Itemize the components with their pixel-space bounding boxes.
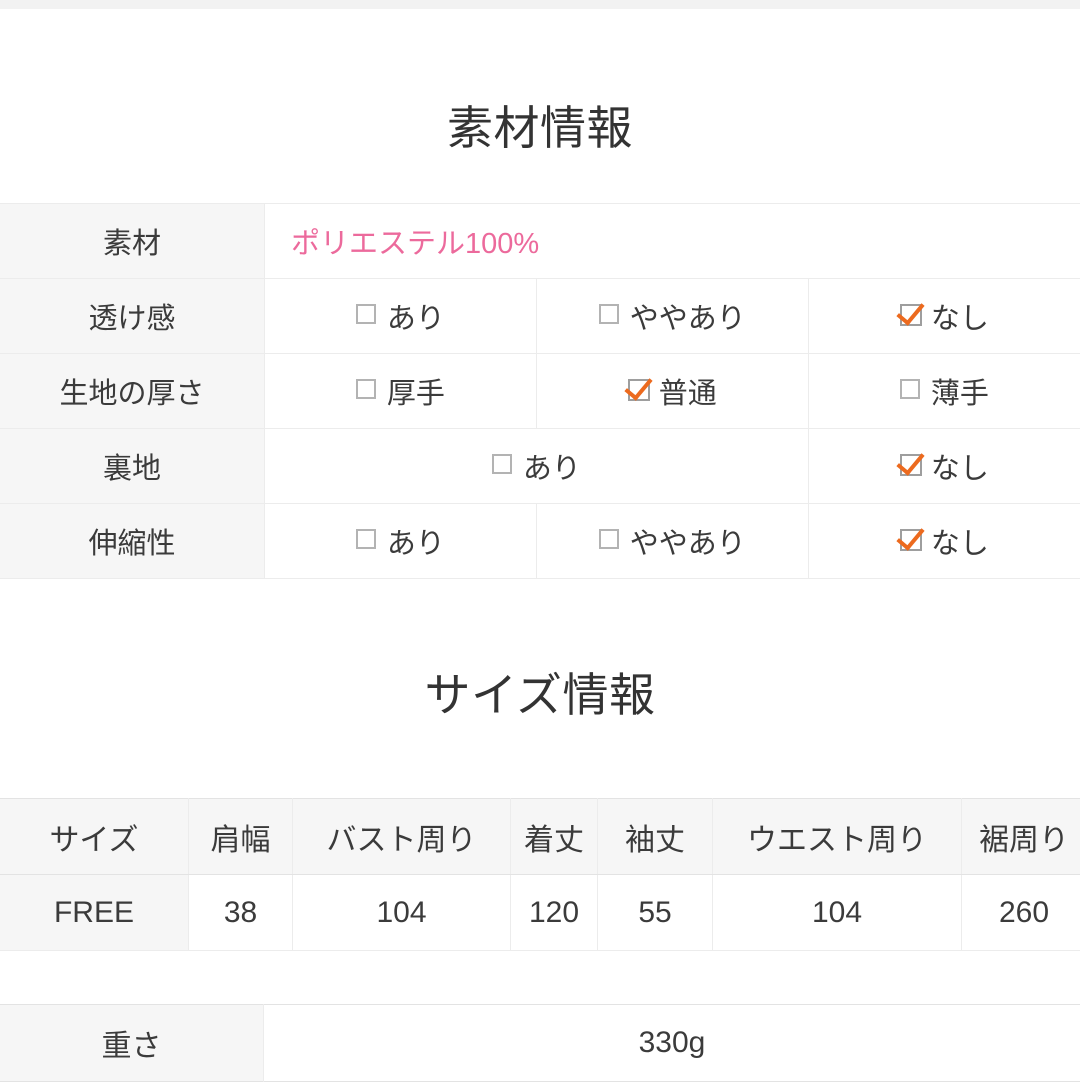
table-row: 伸縮性 あり ややあり なし (0, 504, 1080, 579)
option-label: あり (387, 295, 445, 337)
cell-hem: 260 (962, 875, 1080, 951)
col-header-size: サイズ (0, 799, 189, 875)
option-label: なし (931, 295, 989, 337)
option-label: 薄手 (931, 370, 989, 412)
col-header-hem: 裾周り (962, 799, 1080, 875)
option-lining-ari[interactable]: あり (265, 429, 809, 504)
checkbox-unchecked-icon[interactable] (492, 454, 512, 474)
checkbox-checked-icon[interactable] (628, 379, 650, 401)
checkbox-unchecked-icon[interactable] (599, 304, 619, 324)
cell-shoulder-width: 38 (189, 875, 293, 951)
row-label-material: 素材 (0, 204, 265, 279)
checkbox-unchecked-icon[interactable] (356, 529, 376, 549)
checkbox-checked-icon[interactable] (900, 304, 922, 326)
row-label-thickness: 生地の厚さ (0, 354, 265, 429)
checkbox-unchecked-icon[interactable] (356, 379, 376, 399)
col-header-bust: バスト周り (293, 799, 511, 875)
col-header-waist: ウエスト周り (713, 799, 962, 875)
option-stretch-ari[interactable]: あり (265, 504, 537, 579)
option-label: なし (931, 445, 989, 487)
checkbox-unchecked-icon[interactable] (356, 304, 376, 324)
top-edge-strip (0, 0, 1080, 9)
cell-length: 120 (511, 875, 598, 951)
option-stretch-nashi[interactable]: なし (808, 504, 1080, 579)
row-label-lining: 裏地 (0, 429, 265, 504)
spacer-below-size-title (0, 718, 1080, 798)
option-thickness-atsude[interactable]: 厚手 (265, 354, 537, 429)
cell-waist: 104 (713, 875, 962, 951)
table-row: 裏地 あり なし (0, 429, 1080, 504)
option-sheerness-ari[interactable]: あり (265, 279, 537, 354)
spacer-below-material-title (0, 151, 1080, 203)
option-stretch-yaya-ari[interactable]: ややあり (536, 504, 808, 579)
cell-size-name: FREE (0, 875, 189, 951)
option-label: 普通 (659, 370, 717, 412)
table-header-row: サイズ 肩幅 バスト周り 着丈 袖丈 ウエスト周り 裾周り (0, 799, 1080, 875)
spacer-above-material-title (0, 9, 1080, 105)
table-row: 素材 ポリエステル100% (0, 204, 1080, 279)
spacer-above-weight-table (0, 951, 1080, 1004)
option-thickness-usude[interactable]: 薄手 (808, 354, 1080, 429)
cell-bust: 104 (293, 875, 511, 951)
option-label: あり (387, 520, 445, 562)
option-label: 厚手 (387, 370, 445, 412)
table-row: 透け感 あり ややあり なし (0, 279, 1080, 354)
material-info-table: 素材 ポリエステル100% 透け感 あり ややあり なし 生地の厚さ 厚手 (0, 203, 1080, 579)
col-header-sleeve-length: 袖丈 (598, 799, 713, 875)
col-header-shoulder-width: 肩幅 (189, 799, 293, 875)
checkbox-checked-icon[interactable] (900, 529, 922, 551)
option-label: あり (523, 445, 581, 487)
weight-info-table: 重さ 330g (0, 1004, 1080, 1082)
option-label: なし (931, 520, 989, 562)
option-label: ややあり (630, 520, 746, 562)
col-header-length: 着丈 (511, 799, 598, 875)
option-thickness-futsuu[interactable]: 普通 (536, 354, 808, 429)
row-label-weight: 重さ (0, 1005, 264, 1082)
checkbox-unchecked-icon[interactable] (900, 379, 920, 399)
option-lining-nashi[interactable]: なし (808, 429, 1080, 504)
table-row: 重さ 330g (0, 1005, 1080, 1082)
product-detail-page: 素材情報 素材 ポリエステル100% 透け感 あり ややあり なし (0, 9, 1080, 1082)
size-info-table: サイズ 肩幅 バスト周り 着丈 袖丈 ウエスト周り 裾周り FREE 38 10… (0, 798, 1080, 951)
checkbox-checked-icon[interactable] (900, 454, 922, 476)
size-section-title: サイズ情報 (0, 672, 1080, 718)
table-row: FREE 38 104 120 55 104 260 (0, 875, 1080, 951)
option-label: ややあり (630, 295, 746, 337)
material-section-title: 素材情報 (0, 105, 1080, 151)
row-label-sheerness: 透け感 (0, 279, 265, 354)
spacer-between-sections (0, 579, 1080, 672)
option-sheerness-nashi[interactable]: なし (808, 279, 1080, 354)
material-composition-value: ポリエステル100% (265, 204, 1080, 279)
cell-weight-value: 330g (264, 1005, 1080, 1082)
table-row: 生地の厚さ 厚手 普通 薄手 (0, 354, 1080, 429)
cell-sleeve-length: 55 (598, 875, 713, 951)
option-sheerness-yaya-ari[interactable]: ややあり (536, 279, 808, 354)
checkbox-unchecked-icon[interactable] (599, 529, 619, 549)
row-label-stretch: 伸縮性 (0, 504, 265, 579)
